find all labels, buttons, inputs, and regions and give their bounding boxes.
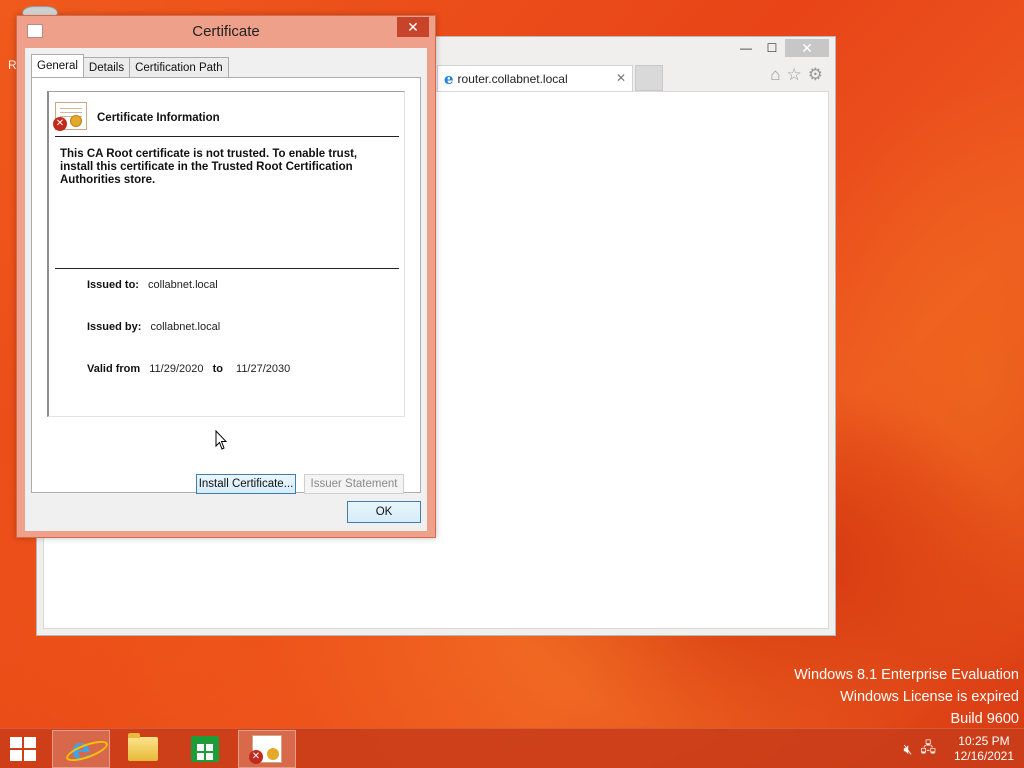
valid-to-label: to <box>212 363 223 375</box>
tab-title: router.collabnet.local <box>457 71 568 86</box>
new-tab-button[interactable] <box>635 65 663 91</box>
dialog-close-button[interactable]: ✕ <box>397 17 429 37</box>
validity-row: Valid from 11/29/2020 to 11/27/2030 <box>87 363 290 375</box>
mouse-cursor-icon <box>215 430 227 450</box>
ie-favicon-icon: e <box>444 69 454 88</box>
window-controls: — ☐ ✕ <box>733 39 829 57</box>
start-button[interactable] <box>10 737 38 763</box>
store-icon <box>191 736 219 762</box>
ok-button[interactable]: OK <box>347 501 421 523</box>
dialog-client-area: General Details Certification Path ✕ Cer… <box>25 48 427 531</box>
dialog-tabs: General Details Certification Path <box>31 54 229 77</box>
home-icon[interactable]: ⌂ <box>770 65 780 85</box>
watermark-edition: Windows 8.1 Enterprise Evaluation <box>794 667 1019 683</box>
certificate-error-icon: ✕ <box>53 102 87 131</box>
favorites-star-icon[interactable]: ☆ <box>787 65 802 85</box>
taskbar-store[interactable] <box>176 730 234 768</box>
maximize-button[interactable]: ☐ <box>759 39 785 57</box>
tab-close-icon[interactable]: ✕ <box>616 71 626 85</box>
browser-toolbar: ⌂ ☆ ⚙ <box>770 65 823 85</box>
browser-tab[interactable]: e router.collabnet.local ✕ <box>437 65 633 91</box>
issued-by-label: Issued by: <box>87 321 142 333</box>
watermark-build: Build 9600 <box>950 711 1019 727</box>
issued-to-row: Issued to: collabnet.local <box>87 279 218 291</box>
clock-date: 12/16/2021 <box>953 749 1014 763</box>
clock[interactable]: 10:25 PM 12/16/2021 <box>954 734 1014 764</box>
taskbar-file-explorer[interactable] <box>114 730 172 768</box>
divider <box>55 268 399 269</box>
taskbar: e ✕ 🔇︎ 🖧 10:25 PM 12/16/2021 <box>0 728 1024 768</box>
folder-icon <box>128 733 158 761</box>
valid-from-value: 11/29/2020 <box>149 363 204 375</box>
taskbar-internet-explorer[interactable]: e <box>52 730 110 768</box>
tab-certification-path[interactable]: Certification Path <box>129 57 229 77</box>
tab-details[interactable]: Details <box>82 57 131 77</box>
certificate-dialog: Certificate ✕ General Details Certificat… <box>16 15 436 538</box>
install-certificate-button[interactable]: Install Certificate... <box>196 474 296 494</box>
system-tray: 🔇︎ 🖧 10:25 PM 12/16/2021 <box>903 733 1014 765</box>
network-icon[interactable]: 🖧 <box>920 737 936 761</box>
trust-warning-message: This CA Root certificate is not trusted.… <box>60 148 358 186</box>
error-x-icon: ✕ <box>53 117 67 131</box>
issued-to-value: collabnet.local <box>148 279 218 291</box>
watermark-license: Windows License is expired <box>840 689 1019 705</box>
valid-to-value: 11/27/2030 <box>236 363 291 375</box>
clock-time: 10:25 PM <box>958 734 1010 748</box>
certificate-icon: ✕ <box>249 735 282 764</box>
tab-general[interactable]: General <box>31 54 84 77</box>
issued-by-row: Issued by: collabnet.local <box>87 321 220 333</box>
seal-ribbon-icon <box>70 115 82 127</box>
dialog-title: Certificate <box>192 23 260 40</box>
minimize-button[interactable]: — <box>733 39 759 57</box>
internet-explorer-icon: e <box>71 731 91 767</box>
close-button[interactable]: ✕ <box>785 39 829 57</box>
issued-to-label: Issued to: <box>87 279 139 291</box>
windows-logo-icon <box>10 737 22 748</box>
volume-muted-icon[interactable]: 🔇︎ <box>903 741 912 758</box>
desktop-background: R — ☐ ✕ e router.collabnet.local ✕ ⌂ ☆ ⚙… <box>0 0 1024 768</box>
issuer-statement-button: Issuer Statement <box>304 474 404 494</box>
valid-from-label: Valid from <box>87 363 141 375</box>
windows-watermark: Windows 8.1 Enterprise Evaluation Window… <box>794 664 1019 730</box>
certificate-info-box: ✕ Certificate Information This CA Root c… <box>47 91 405 417</box>
issued-by-value: collabnet.local <box>150 321 221 333</box>
tools-gear-icon[interactable]: ⚙ <box>808 65 823 85</box>
info-heading: Certificate Information <box>97 112 220 124</box>
taskbar-certificate[interactable]: ✕ <box>238 730 296 768</box>
divider <box>55 136 399 137</box>
